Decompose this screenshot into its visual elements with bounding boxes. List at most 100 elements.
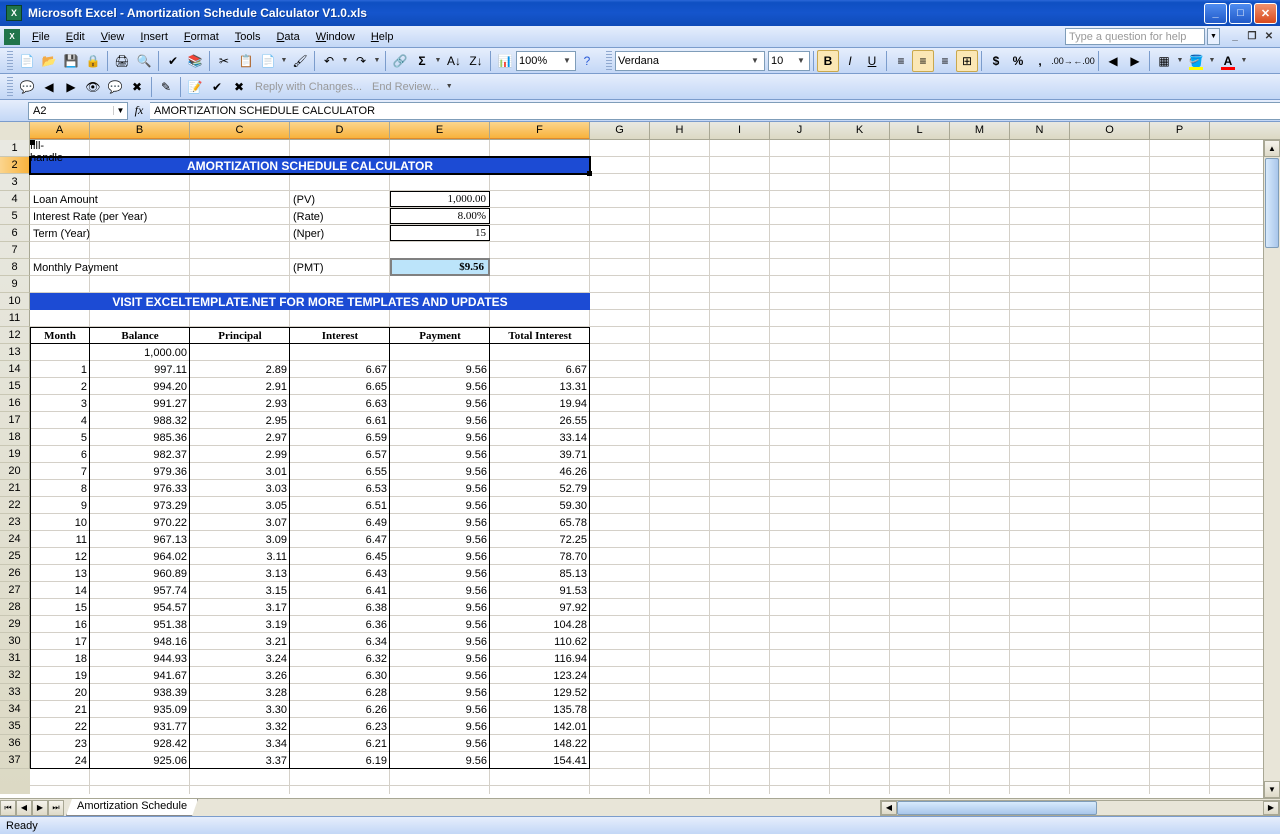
- borders-dropdown-icon[interactable]: ▼: [1175, 50, 1185, 72]
- table-cell[interactable]: 6.21: [290, 735, 390, 752]
- align-left-button[interactable]: ≡: [890, 50, 912, 72]
- table-cell[interactable]: 2.91: [190, 378, 290, 395]
- term-input[interactable]: 15: [390, 225, 490, 241]
- table-cell[interactable]: 72.25: [490, 531, 590, 548]
- help-dropdown-icon[interactable]: ▼: [1207, 28, 1220, 45]
- row-header-25[interactable]: 25: [0, 548, 30, 565]
- row-header-1[interactable]: 1: [0, 140, 30, 157]
- table-cell[interactable]: 944.93: [90, 650, 190, 667]
- table-cell[interactable]: 9.56: [390, 395, 490, 412]
- row-header-22[interactable]: 22: [0, 497, 30, 514]
- table-cell[interactable]: 13.31: [490, 378, 590, 395]
- show-comment-button[interactable]: 👁: [82, 76, 104, 98]
- table-cell[interactable]: 6.67: [290, 361, 390, 378]
- toolbar-handle-3[interactable]: [7, 77, 13, 97]
- fill-handle[interactable]: [587, 171, 592, 176]
- open-button[interactable]: 📂: [38, 50, 60, 72]
- table-cell[interactable]: 104.28: [490, 616, 590, 633]
- paste-dropdown-icon[interactable]: ▼: [279, 50, 289, 72]
- pmt-output[interactable]: $9.56: [390, 258, 490, 276]
- col-header-P[interactable]: P: [1150, 122, 1210, 139]
- table-cell[interactable]: 23: [30, 735, 90, 752]
- menu-view[interactable]: View: [93, 29, 133, 45]
- table-cell[interactable]: 3.01: [190, 463, 290, 480]
- table-cell[interactable]: 15: [30, 599, 90, 616]
- percent-button[interactable]: %: [1007, 50, 1029, 72]
- loan-amount-input[interactable]: 1,000.00: [390, 191, 490, 207]
- table-cell[interactable]: 13: [30, 565, 90, 582]
- row-header-33[interactable]: 33: [0, 684, 30, 701]
- row-header-15[interactable]: 15: [0, 378, 30, 395]
- doc-icon[interactable]: X: [4, 29, 20, 45]
- fill-dropdown-icon[interactable]: ▼: [1207, 50, 1217, 72]
- table-cell[interactable]: 3.07: [190, 514, 290, 531]
- table-cell[interactable]: 988.32: [90, 412, 190, 429]
- increase-indent-button[interactable]: ▶: [1124, 50, 1146, 72]
- table-cell[interactable]: 3.24: [190, 650, 290, 667]
- table-cell[interactable]: 148.22: [490, 735, 590, 752]
- table-cell[interactable]: 6.63: [290, 395, 390, 412]
- table-cell[interactable]: 931.77: [90, 718, 190, 735]
- table-cell[interactable]: 9.56: [390, 548, 490, 565]
- table-cell[interactable]: 6.49: [290, 514, 390, 531]
- format-painter-button[interactable]: 🖌: [289, 50, 311, 72]
- col-header-I[interactable]: I: [710, 122, 770, 139]
- table-cell[interactable]: 3.03: [190, 480, 290, 497]
- table-cell[interactable]: 9: [30, 497, 90, 514]
- tab-nav-next-button[interactable]: ▶: [32, 800, 48, 816]
- table-cell[interactable]: 951.38: [90, 616, 190, 633]
- title-banner[interactable]: AMORTIZATION SCHEDULE CALCULATOR: [30, 157, 590, 174]
- table-cell[interactable]: 960.89: [90, 565, 190, 582]
- term-code[interactable]: (Nper): [290, 225, 390, 242]
- col-header-payment[interactable]: Payment: [390, 327, 490, 344]
- row-header-10[interactable]: 10: [0, 293, 30, 310]
- table-cell[interactable]: 2.93: [190, 395, 290, 412]
- table-cell[interactable]: 948.16: [90, 633, 190, 650]
- font-dropdown-icon[interactable]: ▼: [748, 56, 762, 65]
- fontsize-dropdown-icon[interactable]: ▼: [795, 56, 807, 65]
- spreadsheet-grid[interactable]: ABCDEFGHIJKLMNOP 12345678910111213141516…: [0, 122, 1280, 798]
- menu-data[interactable]: Data: [268, 29, 307, 45]
- col-header-D[interactable]: D: [290, 122, 390, 139]
- row-header-30[interactable]: 30: [0, 633, 30, 650]
- table-cell[interactable]: 3.09: [190, 531, 290, 548]
- table-cell[interactable]: 994.20: [90, 378, 190, 395]
- table-cell[interactable]: 9.56: [390, 412, 490, 429]
- scroll-up-button[interactable]: ▲: [1264, 140, 1280, 157]
- accept-change-button[interactable]: ✔: [206, 76, 228, 98]
- table-cell[interactable]: 20: [30, 684, 90, 701]
- table-cell[interactable]: 964.02: [90, 548, 190, 565]
- hscroll-thumb[interactable]: [897, 801, 1097, 815]
- table-cell[interactable]: 19: [30, 667, 90, 684]
- toolbar-handle-2[interactable]: [606, 51, 612, 71]
- new-button[interactable]: 📄: [16, 50, 38, 72]
- increase-decimal-button[interactable]: .00→: [1051, 50, 1073, 72]
- table-cell[interactable]: 22: [30, 718, 90, 735]
- select-all-corner[interactable]: [0, 122, 30, 140]
- fill-color-button[interactable]: 🪣: [1185, 50, 1207, 72]
- table-cell[interactable]: 925.06: [90, 752, 190, 769]
- table-cell[interactable]: 78.70: [490, 548, 590, 565]
- table-cell[interactable]: 135.78: [490, 701, 590, 718]
- table-cell[interactable]: 928.42: [90, 735, 190, 752]
- table-cell[interactable]: 6.45: [290, 548, 390, 565]
- table-cell[interactable]: 3.37: [190, 752, 290, 769]
- reject-change-button[interactable]: ✖: [228, 76, 250, 98]
- table-cell[interactable]: 6.30: [290, 667, 390, 684]
- font-combo[interactable]: ▼: [615, 51, 765, 71]
- table-cell[interactable]: 3.32: [190, 718, 290, 735]
- autosum-button[interactable]: Σ: [411, 50, 433, 72]
- paste-button[interactable]: 📄: [257, 50, 279, 72]
- table-cell[interactable]: 123.24: [490, 667, 590, 684]
- table-cell[interactable]: 154.41: [490, 752, 590, 769]
- col-header-total-interest[interactable]: Total Interest: [490, 327, 590, 344]
- table-cell[interactable]: 26.55: [490, 412, 590, 429]
- initial-balance[interactable]: 1,000.00: [90, 344, 190, 361]
- table-cell[interactable]: 9.56: [390, 514, 490, 531]
- table-cell[interactable]: 116.94: [490, 650, 590, 667]
- chart-wizard-button[interactable]: 📊: [494, 50, 516, 72]
- row-header-7[interactable]: 7: [0, 242, 30, 259]
- row-header-8[interactable]: 8: [0, 259, 30, 276]
- table-cell[interactable]: 3.17: [190, 599, 290, 616]
- row-header-18[interactable]: 18: [0, 429, 30, 446]
